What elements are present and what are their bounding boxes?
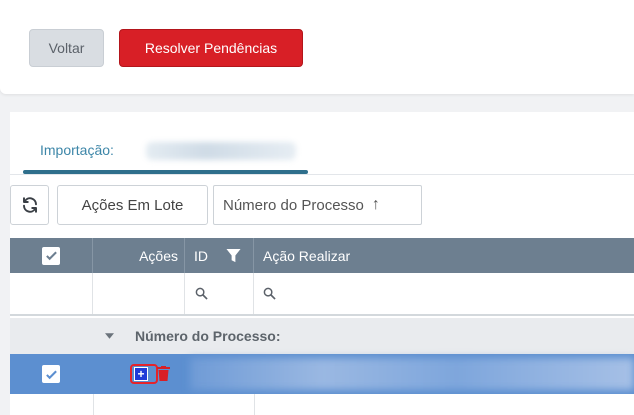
column-header-action-to-do[interactable]: Ação Realizar [254,238,634,273]
column-header-id[interactable]: ID [185,238,254,273]
column-divider [254,394,255,415]
search-icon [195,287,208,300]
column-actions-label: Ações [139,247,178,264]
group-row[interactable]: Número do Processo: [10,318,634,354]
filter-icon[interactable] [226,248,241,263]
group-label: Número do Processo: [135,328,281,344]
add-button[interactable]: + [134,367,148,381]
tab-divider [10,174,634,175]
checkmark-icon [45,370,57,379]
plus-icon: + [137,367,145,381]
trash-icon[interactable] [157,366,170,381]
filter-cell-empty [10,273,93,314]
sort-chip[interactable]: Número do Processo ↑ [213,185,422,225]
table-row[interactable] [10,394,634,415]
filter-cell-actions [93,273,185,314]
column-action-to-do-label: Ação Realizar [263,247,351,264]
column-header-actions[interactable]: Ações [93,238,185,273]
column-divider [93,394,94,415]
top-toolbar: Voltar Resolver Pendências [0,0,634,94]
blurred-row-data [190,358,634,390]
grid-header: Ações ID Ação Realizar [10,238,634,273]
sort-label: Número do Processo [223,196,364,214]
tab-blurred-value [146,142,296,160]
refresh-icon [22,197,37,213]
select-all-checkbox[interactable] [42,246,60,265]
search-icon [263,287,276,300]
table-row-selected[interactable]: + [10,354,634,394]
column-id-label: ID [194,247,208,264]
main-panel: Importação: Ações Em Lote Número do Proc… [10,112,634,415]
refresh-button[interactable] [10,185,49,225]
back-button[interactable]: Voltar [29,29,104,67]
filter-action-input[interactable] [254,273,634,314]
tab-import[interactable]: Importação: [23,134,308,174]
tab-label: Importação: [40,142,114,158]
caret-down-icon[interactable] [105,333,114,339]
select-all-cell[interactable] [10,238,93,273]
sort-ascending-icon[interactable]: ↑ [372,196,380,214]
filter-row [10,273,634,316]
filter-id-input[interactable] [185,273,254,314]
resolve-pending-button[interactable]: Resolver Pendências [119,29,303,67]
checkmark-icon [45,251,57,261]
row-checkbox[interactable] [42,365,60,383]
batch-actions-button[interactable]: Ações Em Lote [57,185,208,225]
